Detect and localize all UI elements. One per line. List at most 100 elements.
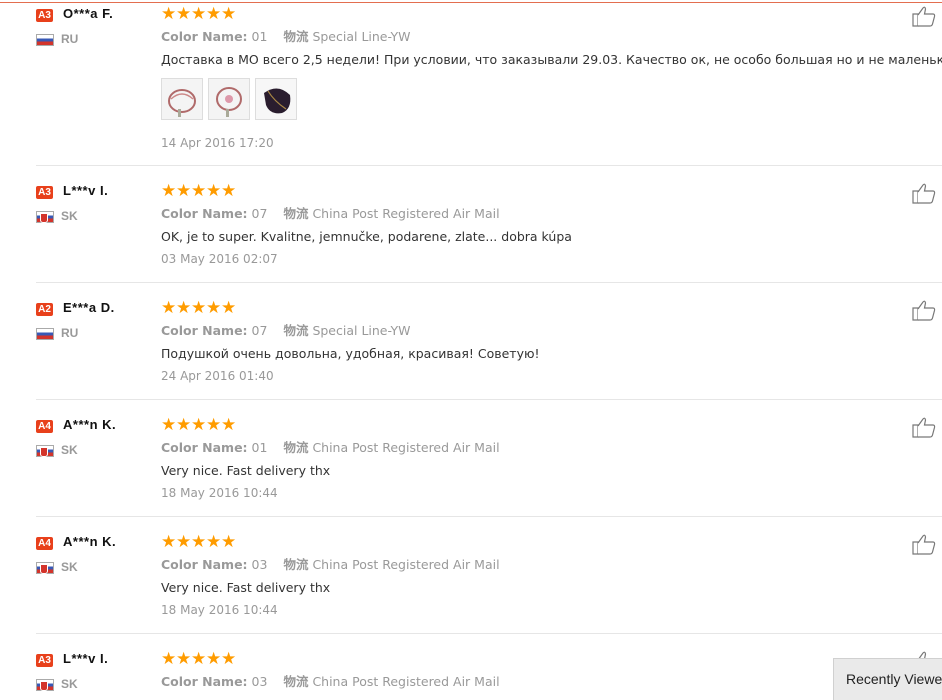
review-text: Подушкой очень довольна, удобная, красив… — [161, 346, 540, 361]
reviewer-name: L***v I. — [63, 651, 109, 666]
review-item: A4 A***n K. SK ★★★★★ Color Name: 01 物流 C… — [36, 416, 942, 517]
star-icon: ★ — [176, 298, 192, 318]
review-item: A2 E***a D. RU ★★★★★ Color Name: 07 物流 S… — [36, 299, 942, 400]
star-icon: ★ — [221, 415, 237, 435]
top-divider — [0, 0, 942, 4]
rating-stars: ★★★★★ — [161, 649, 237, 669]
color-name-label: Color Name: — [161, 29, 248, 44]
reviewer-name: L***v I. — [63, 183, 109, 198]
buyer-level-badge: A4 — [36, 420, 53, 433]
color-name-value: 07 — [251, 206, 268, 221]
review-item: A3 L***v I. SK ★★★★★ Color Name: 07 物流 C… — [36, 182, 942, 283]
reviewer-name: O***a F. — [63, 6, 114, 21]
review-text: Very nice. Fast delivery thx — [161, 463, 331, 478]
star-icon: ★ — [191, 4, 207, 24]
buyer-level-badge: A3 — [36, 9, 53, 22]
star-icon: ★ — [161, 298, 177, 318]
star-icon: ★ — [176, 532, 192, 552]
color-name-value: 01 — [251, 440, 268, 455]
order-info: Color Name: 07 物流 China Post Registered … — [161, 203, 500, 222]
review-text: OK, je to super. Kvalitne, jemnučke, pod… — [161, 229, 572, 244]
logistics-label: 物流 — [283, 557, 309, 572]
thumbs-up-icon[interactable] — [912, 182, 936, 204]
review-photo-thumbnail[interactable] — [208, 78, 250, 120]
order-info: Color Name: 07 物流 Special Line-YW — [161, 320, 411, 339]
logistics-label: 物流 — [283, 206, 309, 221]
star-icon: ★ — [221, 298, 237, 318]
color-name-label: Color Name: — [161, 206, 248, 221]
country-flag-icon — [36, 211, 54, 223]
star-icon: ★ — [176, 4, 192, 24]
logistics-label: 物流 — [283, 323, 309, 338]
shipping-method: Special Line-YW — [312, 29, 411, 44]
country-code: SK — [61, 560, 78, 574]
country-code: SK — [61, 443, 78, 457]
star-icon: ★ — [161, 415, 177, 435]
logistics-label: 物流 — [283, 674, 309, 689]
buyer-level-badge: A4 — [36, 537, 53, 550]
star-icon: ★ — [206, 4, 222, 24]
reviewer-name: E***a D. — [63, 300, 115, 315]
review-item: A4 A***n K. SK ★★★★★ Color Name: 03 物流 C… — [36, 533, 942, 634]
shipping-method: China Post Registered Air Mail — [312, 674, 500, 689]
star-icon: ★ — [221, 181, 237, 201]
star-icon: ★ — [191, 415, 207, 435]
star-icon: ★ — [206, 532, 222, 552]
color-name-value: 03 — [251, 557, 268, 572]
star-icon: ★ — [161, 649, 177, 669]
buyer-level-badge: A3 — [36, 186, 53, 199]
star-icon: ★ — [206, 181, 222, 201]
rating-stars: ★★★★★ — [161, 4, 237, 24]
order-info: Color Name: 01 物流 China Post Registered … — [161, 437, 500, 456]
country-code: RU — [61, 32, 79, 46]
review-date: 18 May 2016 10:44 — [161, 486, 278, 500]
reviewer-name: A***n K. — [63, 534, 117, 549]
country-flag-icon — [36, 34, 54, 46]
country-flag-icon — [36, 562, 54, 574]
thumbs-up-icon[interactable] — [912, 299, 936, 321]
shipping-method: China Post Registered Air Mail — [312, 440, 500, 455]
color-name-value: 01 — [251, 29, 268, 44]
order-info: Color Name: 01 物流 Special Line-YW — [161, 26, 411, 45]
buyer-level-badge: A3 — [36, 654, 53, 667]
country-code: RU — [61, 326, 79, 340]
country-flag-icon — [36, 445, 54, 457]
reviewer-name: A***n K. — [63, 417, 117, 432]
shipping-method: Special Line-YW — [312, 323, 411, 338]
country-code: SK — [61, 677, 78, 691]
logistics-label: 物流 — [283, 29, 309, 44]
thumbs-up-icon[interactable] — [912, 5, 936, 27]
recently-viewed-button[interactable]: Recently Viewed — [833, 658, 942, 700]
shipping-method: China Post Registered Air Mail — [312, 557, 500, 572]
order-info: Color Name: 03 物流 China Post Registered … — [161, 554, 500, 573]
rating-stars: ★★★★★ — [161, 415, 237, 435]
rating-stars: ★★★★★ — [161, 181, 237, 201]
color-name-label: Color Name: — [161, 557, 248, 572]
review-text: Very nice. Fast delivery thx — [161, 580, 331, 595]
review-date: 03 May 2016 02:07 — [161, 252, 278, 266]
color-name-label: Color Name: — [161, 323, 248, 338]
thumbs-up-icon[interactable] — [912, 533, 936, 555]
color-name-label: Color Name: — [161, 674, 248, 689]
star-icon: ★ — [221, 4, 237, 24]
logistics-label: 物流 — [283, 440, 309, 455]
review-item: A3 O***a F. RU ★★★★★ Color Name: 01 物流 S… — [36, 5, 942, 166]
country-code: SK — [61, 209, 78, 223]
star-icon: ★ — [221, 649, 237, 669]
star-icon: ★ — [191, 532, 207, 552]
shipping-method: China Post Registered Air Mail — [312, 206, 500, 221]
color-name-label: Color Name: — [161, 440, 248, 455]
review-text: Доставка в МО всего 2,5 недели! При усло… — [161, 52, 942, 67]
star-icon: ★ — [206, 415, 222, 435]
review-photo-thumbnail[interactable] — [161, 78, 203, 120]
star-icon: ★ — [206, 649, 222, 669]
color-name-value: 03 — [251, 674, 268, 689]
review-date: 14 Apr 2016 17:20 — [161, 136, 274, 150]
star-icon: ★ — [206, 298, 222, 318]
country-flag-icon — [36, 328, 54, 340]
thumbs-up-icon[interactable] — [912, 416, 936, 438]
star-icon: ★ — [161, 4, 177, 24]
rating-stars: ★★★★★ — [161, 532, 237, 552]
review-photo-thumbnail[interactable] — [255, 78, 297, 120]
star-icon: ★ — [221, 532, 237, 552]
